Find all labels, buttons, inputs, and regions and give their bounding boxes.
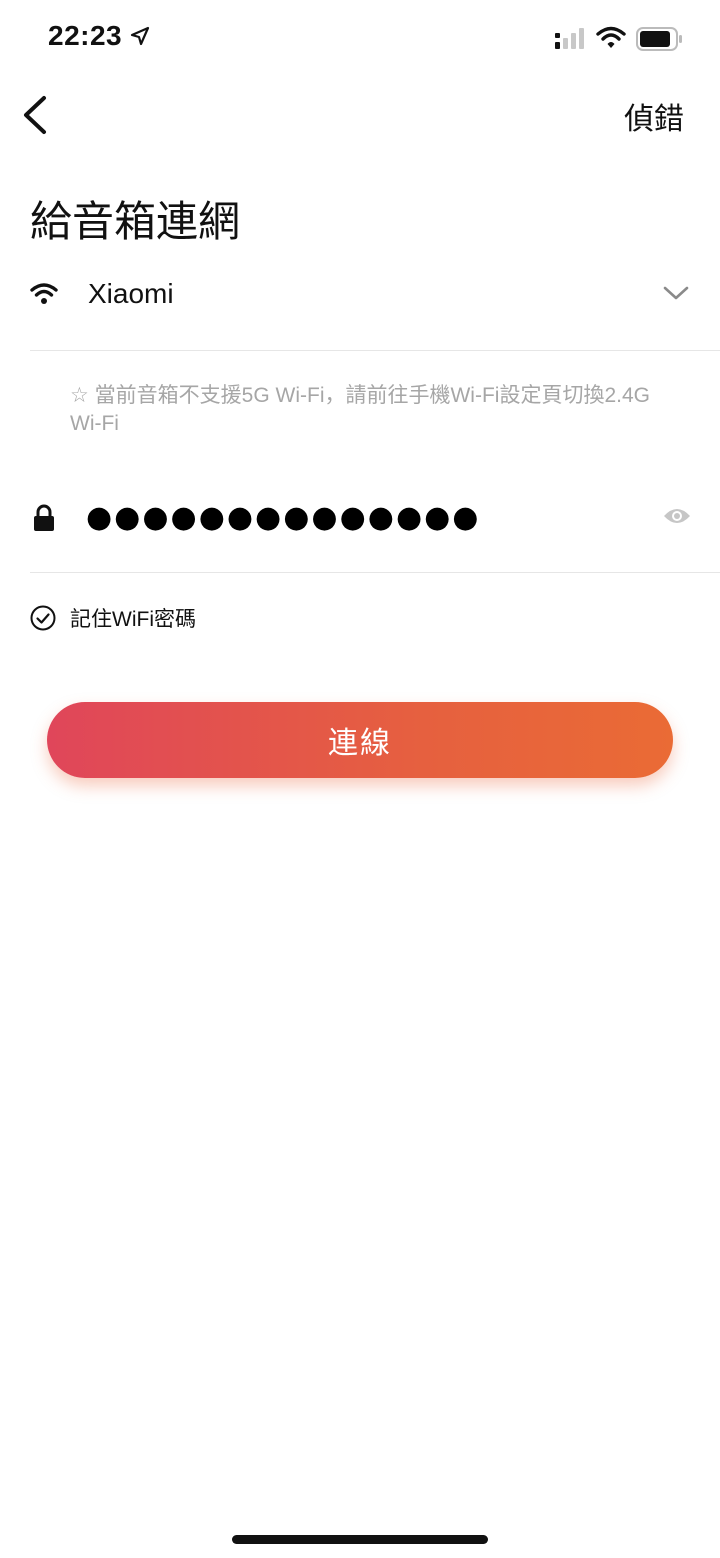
location-arrow-icon bbox=[130, 26, 150, 51]
wifi-ssid: Xiaomi bbox=[88, 278, 174, 309]
battery-icon bbox=[636, 27, 684, 56]
wifi-icon bbox=[30, 282, 58, 311]
remember-password-checkbox[interactable]: 記住WiFi密碼 bbox=[30, 602, 196, 634]
back-button[interactable] bbox=[14, 90, 60, 140]
check-circle-icon bbox=[30, 605, 56, 631]
chevron-left-icon bbox=[24, 96, 46, 134]
wifi-network-selector[interactable]: Xiaomi bbox=[30, 262, 720, 351]
password-input[interactable] bbox=[86, 494, 626, 540]
wifi-status-icon bbox=[596, 26, 626, 55]
remember-password-label: 記住WiFi密碼 bbox=[70, 608, 196, 631]
password-row bbox=[30, 486, 720, 573]
eye-icon[interactable] bbox=[662, 506, 692, 531]
lock-icon bbox=[32, 504, 56, 537]
wifi-band-hint: ☆ 當前音箱不支援5G Wi-Fi，請前往手機Wi-Fi設定頁切換2.4G Wi… bbox=[70, 384, 650, 435]
connect-button[interactable]: 連線 bbox=[47, 702, 673, 778]
cellular-signal-icon bbox=[555, 28, 587, 55]
status-time: 22:23 bbox=[48, 20, 123, 51]
status-bar: 22:23 bbox=[0, 0, 720, 80]
page-title: 給音箱連網 bbox=[30, 198, 241, 245]
debug-button[interactable]: 偵錯 bbox=[624, 94, 684, 138]
home-indicator bbox=[232, 1535, 488, 1544]
chevron-down-icon bbox=[662, 284, 690, 307]
